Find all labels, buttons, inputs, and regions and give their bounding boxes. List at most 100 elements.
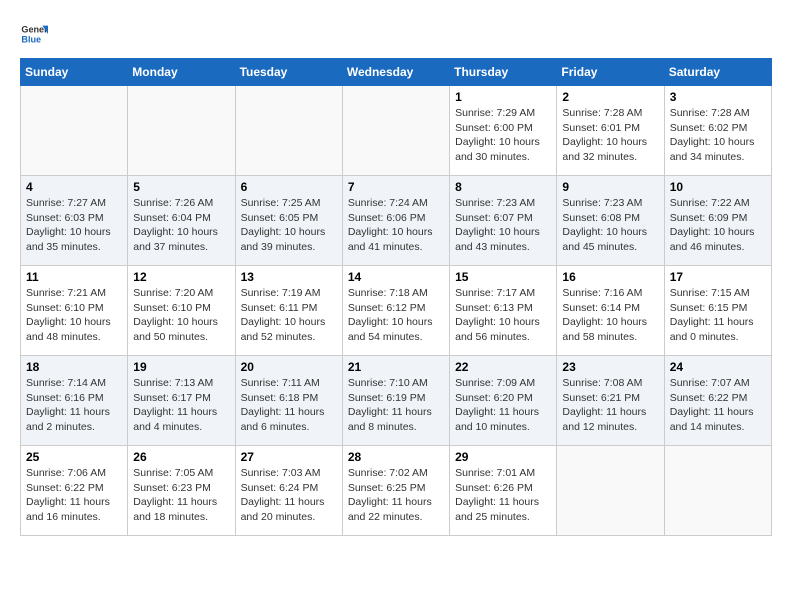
day-number: 27	[241, 450, 337, 464]
calendar-cell: 28 Sunrise: 7:02 AM Sunset: 6:25 PM Dayli…	[342, 446, 449, 536]
day-detail: Sunrise: 7:24 AM Sunset: 6:06 PM Dayligh…	[348, 196, 444, 255]
calendar-cell: 8Sunrise: 7:23 AM Sunset: 6:07 PM Daylig…	[450, 176, 557, 266]
day-detail: Sunrise: 7:28 AM Sunset: 6:01 PM Dayligh…	[562, 106, 658, 165]
day-number: 20	[241, 360, 337, 374]
calendar-cell: 15 Sunrise: 7:17 AM Sunset: 6:13 PM Dayli…	[450, 266, 557, 356]
calendar-cell: 9 Sunrise: 7:23 AM Sunset: 6:08 PM Daylig…	[557, 176, 664, 266]
day-number: 10	[670, 180, 766, 194]
calendar-cell	[235, 86, 342, 176]
weekday-header: Wednesday	[342, 59, 449, 86]
calendar-cell: 7 Sunrise: 7:24 AM Sunset: 6:06 PM Daylig…	[342, 176, 449, 266]
logo: General Blue	[20, 20, 52, 48]
day-detail: Sunrise: 7:27 AM Sunset: 6:03 PM Dayligh…	[26, 196, 122, 255]
calendar-cell	[557, 446, 664, 536]
day-number: 1	[455, 90, 551, 104]
day-detail: Sunrise: 7:28 AM Sunset: 6:02 PM Dayligh…	[670, 106, 766, 165]
calendar-cell: 21 Sunrise: 7:10 AM Sunset: 6:19 PM Dayli…	[342, 356, 449, 446]
weekday-header-row: SundayMondayTuesdayWednesdayThursdayFrid…	[21, 59, 772, 86]
weekday-header: Sunday	[21, 59, 128, 86]
calendar-cell: 13Sunrise: 7:19 AM Sunset: 6:11 PM Dayli…	[235, 266, 342, 356]
day-detail: Sunrise: 7:25 AM Sunset: 6:05 PM Dayligh…	[241, 196, 337, 255]
day-number: 2	[562, 90, 658, 104]
calendar-cell: 23 Sunrise: 7:08 AM Sunset: 6:21 PM Dayli…	[557, 356, 664, 446]
calendar-table: SundayMondayTuesdayWednesdayThursdayFrid…	[20, 58, 772, 536]
calendar-cell: 10 Sunrise: 7:22 AM Sunset: 6:09 PM Dayli…	[664, 176, 771, 266]
day-detail: Sunrise: 7:06 AM Sunset: 6:22 PM Dayligh…	[26, 466, 122, 525]
page-header: General Blue	[20, 20, 772, 48]
day-detail: Sunrise: 7:16 AM Sunset: 6:14 PM Dayligh…	[562, 286, 658, 345]
calendar-week-row: 1 Sunrise: 7:29 AM Sunset: 6:00 PM Daylig…	[21, 86, 772, 176]
calendar-cell	[21, 86, 128, 176]
day-detail: Sunrise: 7:29 AM Sunset: 6:00 PM Dayligh…	[455, 106, 551, 165]
day-number: 25	[26, 450, 122, 464]
day-number: 19	[133, 360, 229, 374]
day-number: 14	[348, 270, 444, 284]
calendar-cell: 6 Sunrise: 7:25 AM Sunset: 6:05 PM Daylig…	[235, 176, 342, 266]
calendar-cell: 19 Sunrise: 7:13 AM Sunset: 6:17 PM Dayli…	[128, 356, 235, 446]
calendar-week-row: 18Sunrise: 7:14 AM Sunset: 6:16 PM Dayli…	[21, 356, 772, 446]
calendar-cell: 14 Sunrise: 7:18 AM Sunset: 6:12 PM Dayli…	[342, 266, 449, 356]
calendar-cell: 5 Sunrise: 7:26 AM Sunset: 6:04 PM Daylig…	[128, 176, 235, 266]
weekday-header: Thursday	[450, 59, 557, 86]
calendar-week-row: 4Sunrise: 7:27 AM Sunset: 6:03 PM Daylig…	[21, 176, 772, 266]
day-detail: Sunrise: 7:11 AM Sunset: 6:18 PM Dayligh…	[241, 376, 337, 435]
day-number: 29	[455, 450, 551, 464]
weekday-header: Monday	[128, 59, 235, 86]
calendar-cell: 25 Sunrise: 7:06 AM Sunset: 6:22 PM Dayli…	[21, 446, 128, 536]
day-detail: Sunrise: 7:02 AM Sunset: 6:25 PM Dayligh…	[348, 466, 444, 525]
day-detail: Sunrise: 7:03 AM Sunset: 6:24 PM Dayligh…	[241, 466, 337, 525]
weekday-header: Friday	[557, 59, 664, 86]
day-detail: Sunrise: 7:26 AM Sunset: 6:04 PM Dayligh…	[133, 196, 229, 255]
day-detail: Sunrise: 7:09 AM Sunset: 6:20 PM Dayligh…	[455, 376, 551, 435]
day-detail: Sunrise: 7:05 AM Sunset: 6:23 PM Dayligh…	[133, 466, 229, 525]
day-number: 9	[562, 180, 658, 194]
day-detail: Sunrise: 7:18 AM Sunset: 6:12 PM Dayligh…	[348, 286, 444, 345]
calendar-cell: 4Sunrise: 7:27 AM Sunset: 6:03 PM Daylig…	[21, 176, 128, 266]
day-number: 7	[348, 180, 444, 194]
day-detail: Sunrise: 7:10 AM Sunset: 6:19 PM Dayligh…	[348, 376, 444, 435]
calendar-cell: 17 Sunrise: 7:15 AM Sunset: 6:15 PM Dayli…	[664, 266, 771, 356]
calendar-cell: 27 Sunrise: 7:03 AM Sunset: 6:24 PM Dayli…	[235, 446, 342, 536]
calendar-cell: 1 Sunrise: 7:29 AM Sunset: 6:00 PM Daylig…	[450, 86, 557, 176]
calendar-cell: 16 Sunrise: 7:16 AM Sunset: 6:14 PM Dayli…	[557, 266, 664, 356]
day-number: 6	[241, 180, 337, 194]
day-number: 22	[455, 360, 551, 374]
day-number: 24	[670, 360, 766, 374]
day-detail: Sunrise: 7:13 AM Sunset: 6:17 PM Dayligh…	[133, 376, 229, 435]
calendar-week-row: 25 Sunrise: 7:06 AM Sunset: 6:22 PM Dayli…	[21, 446, 772, 536]
day-number: 28	[348, 450, 444, 464]
calendar-cell	[664, 446, 771, 536]
calendar-cell: 2 Sunrise: 7:28 AM Sunset: 6:01 PM Daylig…	[557, 86, 664, 176]
day-number: 3	[670, 90, 766, 104]
day-detail: Sunrise: 7:23 AM Sunset: 6:08 PM Dayligh…	[562, 196, 658, 255]
day-detail: Sunrise: 7:22 AM Sunset: 6:09 PM Dayligh…	[670, 196, 766, 255]
day-number: 5	[133, 180, 229, 194]
day-detail: Sunrise: 7:01 AM Sunset: 6:26 PM Dayligh…	[455, 466, 551, 525]
day-detail: Sunrise: 7:23 AM Sunset: 6:07 PM Dayligh…	[455, 196, 551, 255]
logo-icon: General Blue	[20, 20, 48, 48]
day-detail: Sunrise: 7:08 AM Sunset: 6:21 PM Dayligh…	[562, 376, 658, 435]
day-detail: Sunrise: 7:17 AM Sunset: 6:13 PM Dayligh…	[455, 286, 551, 345]
day-number: 11	[26, 270, 122, 284]
calendar-cell: 22 Sunrise: 7:09 AM Sunset: 6:20 PM Dayli…	[450, 356, 557, 446]
day-detail: Sunrise: 7:19 AM Sunset: 6:11 PM Dayligh…	[241, 286, 337, 345]
day-number: 26	[133, 450, 229, 464]
day-number: 16	[562, 270, 658, 284]
calendar-cell	[342, 86, 449, 176]
day-number: 21	[348, 360, 444, 374]
calendar-cell: 20 Sunrise: 7:11 AM Sunset: 6:18 PM Dayli…	[235, 356, 342, 446]
day-number: 17	[670, 270, 766, 284]
day-number: 18	[26, 360, 122, 374]
day-detail: Sunrise: 7:07 AM Sunset: 6:22 PM Dayligh…	[670, 376, 766, 435]
day-detail: Sunrise: 7:15 AM Sunset: 6:15 PM Dayligh…	[670, 286, 766, 345]
weekday-header: Tuesday	[235, 59, 342, 86]
calendar-cell: 26 Sunrise: 7:05 AM Sunset: 6:23 PM Dayli…	[128, 446, 235, 536]
calendar-cell: 24 Sunrise: 7:07 AM Sunset: 6:22 PM Dayli…	[664, 356, 771, 446]
day-number: 23	[562, 360, 658, 374]
calendar-cell	[128, 86, 235, 176]
svg-text:Blue: Blue	[21, 34, 41, 44]
weekday-header: Saturday	[664, 59, 771, 86]
day-number: 15	[455, 270, 551, 284]
calendar-cell: 29 Sunrise: 7:01 AM Sunset: 6:26 PM Dayli…	[450, 446, 557, 536]
calendar-cell: 12Sunrise: 7:20 AM Sunset: 6:10 PM Dayli…	[128, 266, 235, 356]
